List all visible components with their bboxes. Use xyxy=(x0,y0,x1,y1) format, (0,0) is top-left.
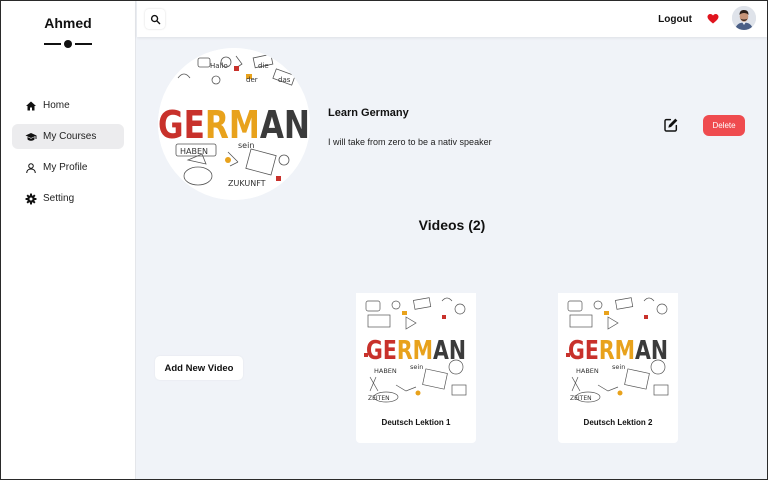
course-description: I will take from zero to be a nativ spea… xyxy=(328,137,492,147)
sidebar-item-my-profile[interactable]: My Profile xyxy=(12,155,124,180)
sidebar-item-label: Home xyxy=(43,100,70,111)
search-icon xyxy=(150,14,160,24)
edit-icon xyxy=(664,118,678,132)
course-title: Learn Germany xyxy=(328,107,409,119)
course-image-word: ZUKUNFT xyxy=(228,179,266,188)
video-thumbnail: GERMAN HABEN sein ZEITEN xyxy=(558,293,678,405)
gear-icon xyxy=(24,192,37,205)
course-image-word: sein xyxy=(238,141,254,150)
thumbnail-word: ZEITEN xyxy=(368,395,390,402)
course-image-word: die xyxy=(258,62,269,70)
heart-icon[interactable] xyxy=(707,13,719,25)
edit-course-button[interactable] xyxy=(662,116,680,134)
avatar[interactable] xyxy=(732,6,756,30)
thumbnail-word: sein xyxy=(612,363,625,371)
thumbnail-word: ZEITEN xyxy=(570,395,592,402)
brand-logo xyxy=(44,40,92,48)
search-button[interactable] xyxy=(145,9,165,29)
sidebar-nav: Home My Courses My Profile Setting xyxy=(12,93,124,217)
video-card[interactable]: GERMAN HABEN sein ZEITEN Deutsch Lektion… xyxy=(558,293,678,443)
video-title: Deutsch Lektion 2 xyxy=(583,418,653,427)
thumbnail-word: HABEN xyxy=(374,367,397,375)
course-image-word: Hallo xyxy=(210,62,228,70)
thumbnail-word: HABEN xyxy=(576,367,599,375)
thumbnail-word: sein xyxy=(410,363,423,371)
sidebar-item-label: My Courses xyxy=(43,131,97,142)
thumbnail-title: GERMAN xyxy=(568,336,668,366)
sidebar: Ahmed Home My Courses My Profile Setting xyxy=(0,0,136,480)
delete-course-button[interactable]: Delete xyxy=(703,115,745,136)
sidebar-item-label: Setting xyxy=(43,193,75,204)
sidebar-item-my-courses[interactable]: My Courses xyxy=(12,124,124,149)
video-title: Deutsch Lektion 1 xyxy=(381,418,451,427)
videos-heading: Videos (2) xyxy=(418,217,486,233)
user-icon xyxy=(24,161,37,174)
add-new-video-button[interactable]: Add New Video xyxy=(155,356,243,380)
brand-name: Ahmed xyxy=(44,15,92,31)
home-icon xyxy=(24,99,37,112)
course-image-word: HABEN xyxy=(180,147,208,156)
top-bar: Logout xyxy=(137,1,767,37)
sidebar-item-home[interactable]: Home xyxy=(12,93,124,118)
thumbnail-title: GERMAN xyxy=(366,336,466,366)
course-image-word: der xyxy=(246,76,258,84)
logout-button[interactable]: Logout xyxy=(658,14,692,25)
graduation-cap-icon xyxy=(24,130,37,143)
sidebar-item-label: My Profile xyxy=(43,162,88,173)
sidebar-item-setting[interactable]: Setting xyxy=(12,186,124,211)
video-thumbnail: GERMAN HABEN sein ZEITEN xyxy=(356,293,476,405)
course-image-word: das xyxy=(278,76,291,84)
course-cover-image: Hallo die der das GERMAN HABEN sein ZUKU… xyxy=(158,48,310,200)
video-card[interactable]: GERMAN HABEN sein ZEITEN Deutsch Lektion… xyxy=(356,293,476,443)
course-image-title: GERMAN xyxy=(158,103,310,147)
